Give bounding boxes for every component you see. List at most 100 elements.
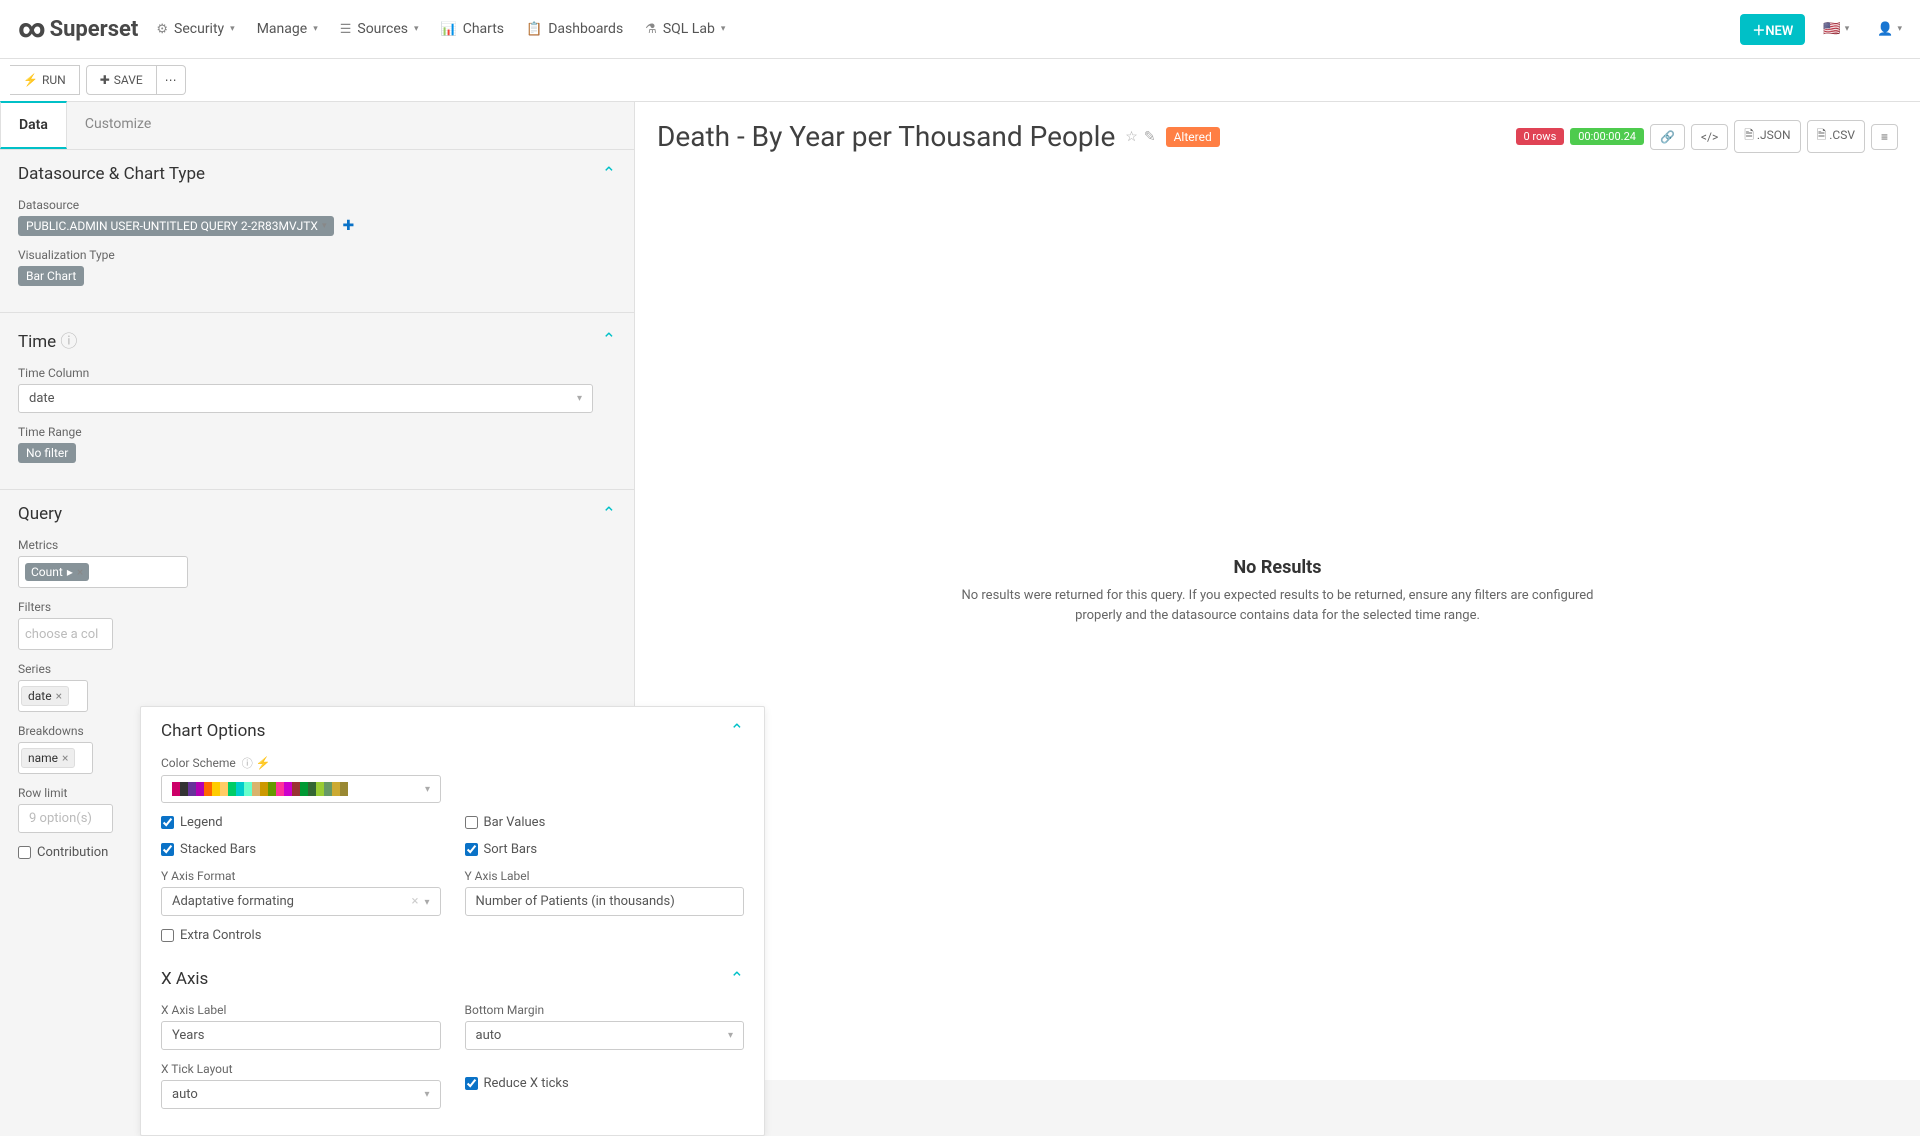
y-format-label: Y Axis Format — [161, 869, 441, 883]
nav-charts[interactable]: 📊Charts — [441, 21, 505, 37]
y-label-label: Y Axis Label — [465, 869, 745, 883]
altered-badge[interactable]: Altered — [1166, 127, 1220, 147]
section-time-head[interactable]: Time ⓘ ⌃ — [18, 327, 616, 352]
section-datasource-head[interactable]: Datasource & Chart Type ⌃ — [18, 164, 616, 184]
code-icon: </> — [1701, 130, 1718, 144]
chart-title[interactable]: Death - By Year per Thousand People — [657, 120, 1115, 153]
datasource-chip[interactable]: PUBLIC.ADMIN USER-UNTITLED QUERY 2-2R83M… — [18, 216, 334, 236]
viztype-label: Visualization Type — [18, 248, 616, 262]
file-icon: 🗎 — [1744, 128, 1754, 142]
save-dropdown[interactable]: ⋯ — [157, 65, 186, 95]
hamburger-icon: ≡ — [1881, 130, 1888, 144]
chart-options-popup: Chart Options ⌃ Color Scheme ⓘ ⚡ ▾ Legen… — [140, 706, 765, 1136]
link-button[interactable]: 🔗 — [1650, 124, 1685, 150]
tab-data[interactable]: Data — [0, 101, 67, 149]
user-menu[interactable]: 👤▾ — [1877, 22, 1902, 37]
run-button[interactable]: ⚡RUN — [10, 65, 80, 95]
stacked-checkbox[interactable]: Stacked Bars — [161, 842, 441, 857]
user-icon: 👤 — [1877, 22, 1893, 37]
tab-customize[interactable]: Customize — [67, 102, 169, 149]
time-column-select[interactable]: date▾ — [18, 384, 593, 413]
nav-sources[interactable]: ☰Sources▾ — [340, 21, 419, 37]
section-datasource: Datasource & Chart Type ⌃ Datasource PUB… — [0, 150, 634, 313]
no-results-heading: No Results — [956, 557, 1599, 578]
breakdowns-input[interactable]: name× — [18, 742, 93, 774]
chart-options-head[interactable]: Chart Options ⌃ — [161, 721, 744, 741]
x-label-input[interactable] — [161, 1021, 441, 1050]
y-label-input[interactable] — [465, 887, 745, 916]
json-button[interactable]: 🗎 .JSON — [1734, 120, 1800, 153]
color-scheme-select[interactable]: ▾ — [161, 775, 441, 803]
locale-selector[interactable]: 🇺🇸▾ — [1823, 21, 1849, 37]
remove-icon[interactable]: × — [77, 565, 83, 579]
xaxis-head[interactable]: X Axis ⌃ — [161, 969, 744, 989]
rowlimit-select[interactable]: 9 option(s) — [18, 804, 113, 833]
star-icon[interactable]: ☆ — [1125, 129, 1138, 145]
menu-button[interactable]: ≡ — [1871, 124, 1898, 150]
csv-button[interactable]: 🗎 .CSV — [1807, 120, 1865, 153]
chevron-down-icon: ▾ — [230, 24, 235, 34]
logo[interactable]: ∞ Superset — [18, 14, 138, 44]
nav-dashboards[interactable]: 📋Dashboards — [526, 21, 623, 37]
sort-bars-checkbox[interactable]: Sort Bars — [465, 842, 745, 857]
database-icon: ☰ — [340, 22, 352, 37]
add-datasource-button[interactable]: ✚ — [342, 218, 354, 234]
section-query-head[interactable]: Query ⌃ — [18, 504, 616, 524]
nav-manage[interactable]: Manage▾ — [257, 21, 318, 37]
y-format-select[interactable]: Adaptative formating ×▾ — [161, 887, 441, 916]
plus-icon: ＋ — [1752, 24, 1765, 39]
bolt-icon: ⚡ — [23, 73, 38, 87]
x-tick-select[interactable]: auto▾ — [161, 1080, 441, 1109]
breakdown-token[interactable]: name× — [21, 748, 75, 768]
remove-icon[interactable]: × — [56, 689, 62, 703]
series-token[interactable]: date× — [21, 686, 69, 706]
nav-sqllab[interactable]: ⚗SQL Lab▾ — [645, 21, 725, 37]
chevron-down-icon: ▾ — [424, 1089, 429, 1100]
flag-icon: 🇺🇸 — [1823, 21, 1840, 37]
chevron-down-icon: ▾ — [728, 1030, 733, 1041]
run-group: ⚡RUN — [10, 65, 80, 95]
main: Data Customize Datasource & Chart Type ⌃… — [0, 102, 1920, 1080]
color-swatches — [172, 782, 348, 796]
remove-icon[interactable]: × — [62, 751, 68, 765]
legend-checkbox[interactable]: Legend — [161, 815, 441, 830]
panel-tabs: Data Customize — [0, 102, 634, 150]
edit-icon[interactable]: ✎ — [1144, 129, 1156, 145]
clear-icon[interactable]: × — [412, 894, 419, 909]
save-button[interactable]: ✚SAVE — [86, 65, 157, 95]
x-tick-label: X Tick Layout — [161, 1062, 441, 1076]
info-icon: ⓘ — [242, 757, 253, 770]
topbar: ∞ Superset ⚙Security▾ Manage▾ ☰Sources▾ … — [0, 0, 1920, 59]
time-range-label: Time Range — [18, 425, 616, 439]
series-input[interactable]: date× — [18, 680, 88, 712]
bolt-icon: ⚡ — [256, 756, 271, 770]
no-results: No Results No results were returned for … — [956, 557, 1599, 625]
reduce-x-checkbox[interactable]: Reduce X ticks — [465, 1076, 745, 1091]
flask-icon: ⚗ — [645, 22, 657, 37]
time-range-chip[interactable]: No filter — [18, 443, 76, 463]
chevron-up-icon: ⌃ — [730, 721, 744, 741]
bar-values-checkbox[interactable]: Bar Values — [465, 815, 745, 830]
time-pill: 00:00:00.24 — [1570, 128, 1644, 145]
chart-toolbar: 0 rows 00:00:00.24 🔗 </> 🗎 .JSON 🗎 .CSV … — [1516, 120, 1899, 153]
chart-icon: 📊 — [441, 22, 457, 37]
dashboard-icon: 📋 — [526, 22, 542, 37]
series-label: Series — [18, 662, 616, 676]
color-scheme-label: Color Scheme ⓘ ⚡ — [161, 755, 744, 771]
new-button[interactable]: ＋NEW — [1740, 14, 1805, 45]
chevron-down-icon: ▾ — [1897, 24, 1902, 34]
link-icon: 🔗 — [1660, 130, 1675, 144]
caret-right-icon: ▸ — [67, 565, 73, 579]
chevron-down-icon: ▾ — [577, 393, 582, 404]
nav-security[interactable]: ⚙Security▾ — [156, 21, 234, 37]
viztype-chip[interactable]: Bar Chart — [18, 266, 84, 286]
bottom-margin-select[interactable]: auto▾ — [465, 1021, 745, 1050]
chevron-up-icon: ⌃ — [602, 330, 616, 350]
metrics-input[interactable]: Count▸× — [18, 556, 188, 588]
main-nav: ⚙Security▾ Manage▾ ☰Sources▾ 📊Charts 📋Da… — [156, 21, 725, 37]
extra-controls-checkbox[interactable]: Extra Controls — [161, 928, 441, 943]
metric-token[interactable]: Count▸× — [25, 563, 89, 581]
code-button[interactable]: </> — [1691, 124, 1728, 150]
filters-label: Filters — [18, 600, 616, 614]
filters-input[interactable]: choose a col — [18, 618, 113, 650]
